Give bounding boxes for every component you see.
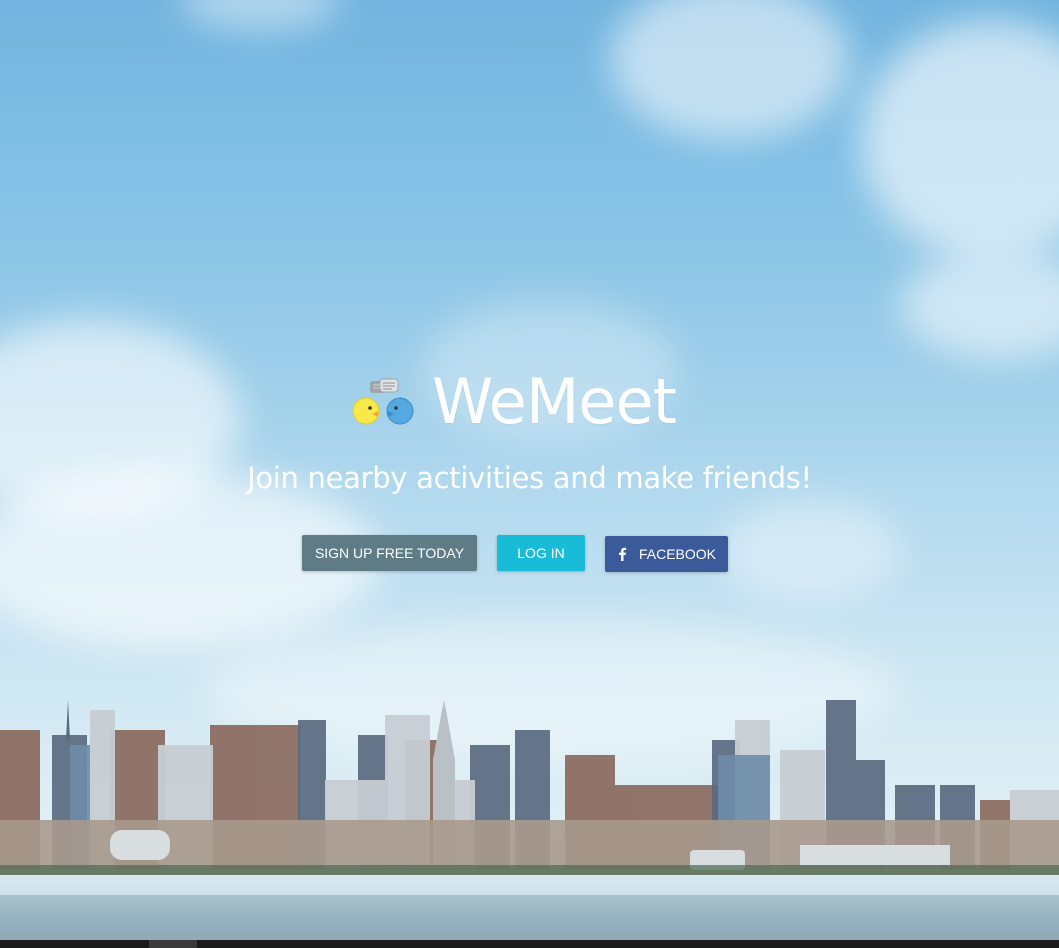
footer-tab[interactable] <box>149 940 197 948</box>
brand-name: WeMeet <box>432 365 677 438</box>
tagline: Join nearby activities and make friends! <box>247 461 812 495</box>
facebook-f-icon <box>617 547 627 561</box>
signup-label: SIGN UP FREE TODAY <box>314 545 465 561</box>
facebook-button[interactable]: FACEBOOK <box>605 536 728 572</box>
login-label: LOG IN <box>517 545 565 561</box>
cloud <box>900 250 1059 360</box>
water <box>0 895 1059 940</box>
chat-bubbles-faces-icon <box>350 377 416 427</box>
signup-button[interactable]: SIGN UP FREE TODAY <box>302 535 477 571</box>
cloud <box>860 20 1059 260</box>
login-button[interactable]: LOG IN <box>497 535 585 571</box>
facebook-label: FACEBOOK <box>638 546 717 562</box>
brand: WeMeet <box>350 365 677 438</box>
cloud <box>720 500 900 600</box>
cloud <box>610 0 850 140</box>
cloud <box>180 0 340 30</box>
